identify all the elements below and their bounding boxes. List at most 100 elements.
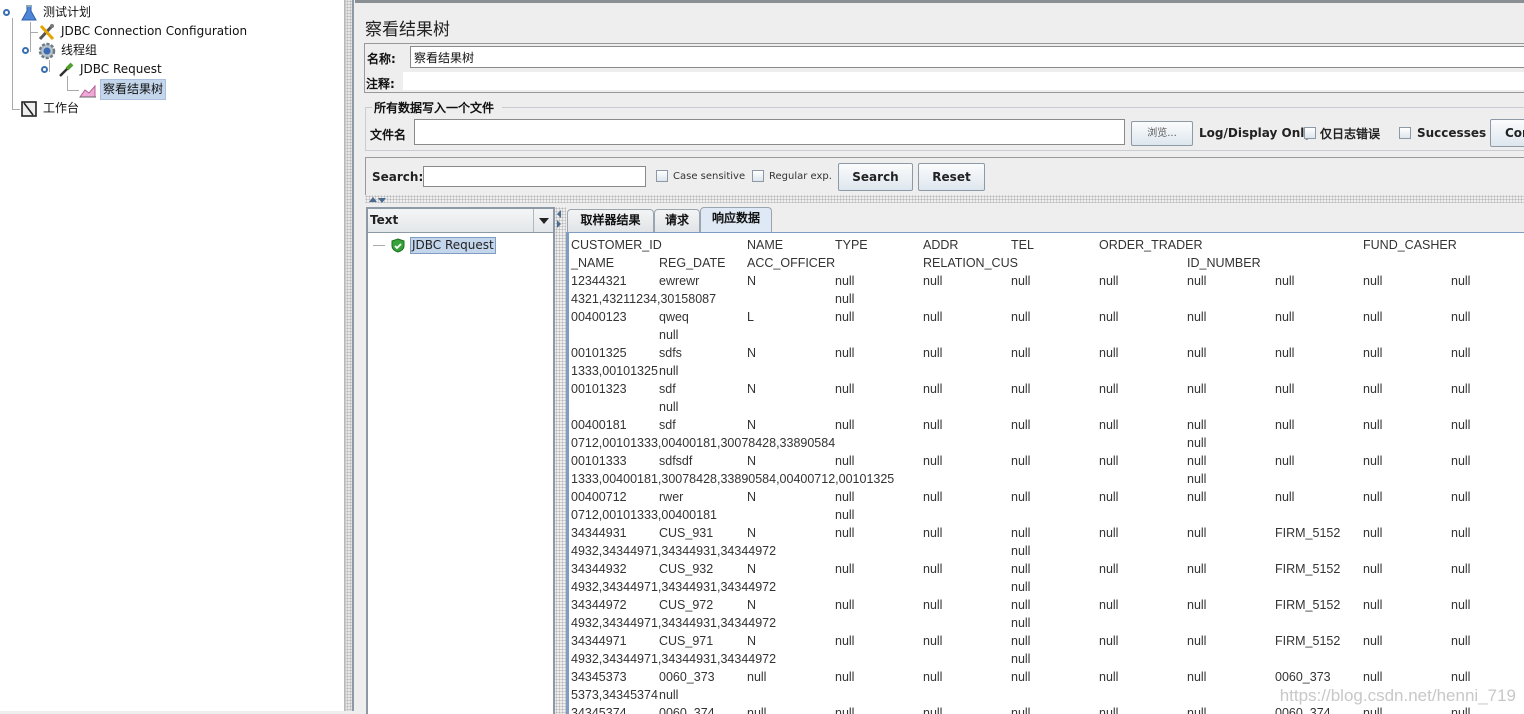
- response-cell: null: [835, 454, 855, 468]
- tree-item-workbench[interactable]: 工作台: [20, 99, 81, 118]
- response-cell: null: [1363, 382, 1383, 396]
- response-cell: null: [659, 400, 679, 414]
- response-cell: null: [923, 454, 943, 468]
- response-cell: null: [835, 382, 855, 396]
- response-cell: null: [1187, 472, 1207, 486]
- response-cell: null: [1187, 274, 1207, 288]
- response-cell: null: [1099, 598, 1119, 612]
- response-cell: null: [1451, 310, 1471, 324]
- response-cell: 34344932: [571, 562, 627, 576]
- tree-item-jdbc-connection-config[interactable]: JDBC Connection Configuration: [38, 22, 249, 41]
- response-cell: null: [835, 508, 855, 522]
- response-cell: sdfs: [659, 346, 682, 360]
- page-title: 察看结果树: [365, 20, 450, 40]
- pane-splitter[interactable]: [345, 0, 354, 711]
- name-input[interactable]: [410, 46, 1524, 68]
- response-cell: null: [659, 688, 679, 702]
- renderer-select[interactable]: Text: [368, 209, 553, 233]
- tree-item-view-results-tree[interactable]: 察看结果树: [79, 79, 167, 100]
- response-cell: null: [1099, 634, 1119, 648]
- sample-item[interactable]: JDBC Request: [373, 237, 496, 254]
- configure-button[interactable]: Configure: [1490, 119, 1524, 147]
- response-cell: null: [1187, 562, 1207, 576]
- name-comment-box: 名称: 注释:: [364, 43, 1524, 93]
- response-cell: ORDER_TRADER: [1099, 238, 1203, 252]
- tab-response-data[interactable]: 响应数据: [700, 207, 772, 232]
- response-cell: null: [1275, 310, 1295, 324]
- response-cell: 34344971: [571, 634, 627, 648]
- response-cell: null: [1011, 634, 1031, 648]
- collapse-down-icon[interactable]: [378, 198, 386, 203]
- response-data-text[interactable]: CUSTOMER_ID NAME TYPE ADDR TEL ORDER_TRADER FU…: [566, 232, 1524, 714]
- browse-button[interactable]: 浏览...: [1131, 121, 1193, 146]
- response-cell: 0060_374: [1275, 706, 1331, 714]
- collapse-left-icon[interactable]: [557, 210, 561, 218]
- response-cell: 34344972: [571, 598, 627, 612]
- split-divider[interactable]: [365, 195, 1524, 203]
- response-cell: 00101333: [571, 454, 627, 468]
- results-splitter[interactable]: [555, 207, 566, 714]
- response-cell: null: [1011, 562, 1031, 576]
- wrench-screwdriver-icon: [38, 23, 56, 41]
- tree-item-jdbc-request[interactable]: JDBC Request: [57, 60, 164, 79]
- response-cell: null: [1099, 526, 1119, 540]
- search-button[interactable]: Search: [838, 163, 913, 191]
- response-cell: sdf: [659, 382, 676, 396]
- expand-toggle-icon[interactable]: [41, 66, 48, 73]
- filename-input[interactable]: [414, 119, 1125, 145]
- collapse-up-icon[interactable]: [369, 197, 377, 202]
- case-sensitive-checkbox[interactable]: [656, 170, 668, 182]
- response-cell: null: [747, 670, 767, 684]
- graph-listener-icon: [79, 81, 97, 99]
- renderer-value: Text: [370, 213, 399, 227]
- collapse-right-icon[interactable]: [557, 220, 561, 228]
- response-cell: 4932,34344971,34344931,34344972: [571, 544, 777, 558]
- response-cell: 00400123: [571, 310, 627, 324]
- dropdown-button[interactable]: [533, 209, 553, 232]
- tab-sampler-result[interactable]: 取样器结果: [567, 209, 654, 232]
- tab-request[interactable]: 请求: [654, 209, 700, 232]
- response-cell: rwer: [659, 490, 684, 504]
- expand-toggle-icon[interactable]: [22, 47, 29, 54]
- response-cell: 34345373: [571, 670, 627, 684]
- reset-button[interactable]: Reset: [918, 163, 985, 191]
- response-cell: null: [1187, 436, 1207, 450]
- response-cell: N: [747, 454, 757, 468]
- comment-input[interactable]: [403, 72, 1524, 90]
- expand-toggle-icon[interactable]: [3, 9, 10, 16]
- response-cell: ACC_OFFICER: [747, 256, 836, 270]
- response-cell: null: [1363, 706, 1383, 714]
- response-cell: null: [1099, 346, 1119, 360]
- response-cell: ADDR: [923, 238, 959, 252]
- regex-checkbox[interactable]: [752, 170, 764, 182]
- response-cell: null: [835, 274, 855, 288]
- search-input[interactable]: [423, 166, 646, 187]
- response-cell: null: [923, 346, 943, 360]
- pipette-sampler-icon: [57, 61, 75, 79]
- response-cell: null: [1011, 544, 1031, 558]
- response-cell: null: [1363, 598, 1383, 612]
- response-cell: null: [1187, 454, 1207, 468]
- response-cell: null: [835, 346, 855, 360]
- response-cell: RELATION_CUS: [923, 256, 1018, 270]
- response-cell: null: [1099, 454, 1119, 468]
- sample-results-tree: Text JDBC Request: [366, 207, 555, 714]
- errors-only-checkbox[interactable]: [1304, 127, 1316, 139]
- tree-item-test-plan[interactable]: 测试计划: [20, 3, 93, 22]
- tree-item-thread-group[interactable]: 线程组: [38, 41, 99, 60]
- response-cell: N: [747, 274, 757, 288]
- response-cell: CUS_931: [659, 526, 714, 540]
- response-cell: FIRM_5152: [1275, 634, 1341, 648]
- response-cell: 0060_373: [659, 670, 715, 684]
- response-cell: null: [923, 562, 943, 576]
- successes-checkbox[interactable]: [1399, 127, 1411, 139]
- response-cell: TEL: [1011, 238, 1034, 252]
- log-display-only-label: Log/Display Only:: [1199, 126, 1317, 140]
- response-cell: 00101325: [571, 346, 627, 360]
- response-cell: null: [923, 310, 943, 324]
- response-cell: null: [1187, 346, 1207, 360]
- response-cell: null: [835, 670, 855, 684]
- response-cell: 4321,43211234,30158087: [571, 292, 717, 306]
- response-cell: N: [747, 490, 757, 504]
- response-cell: N: [747, 562, 757, 576]
